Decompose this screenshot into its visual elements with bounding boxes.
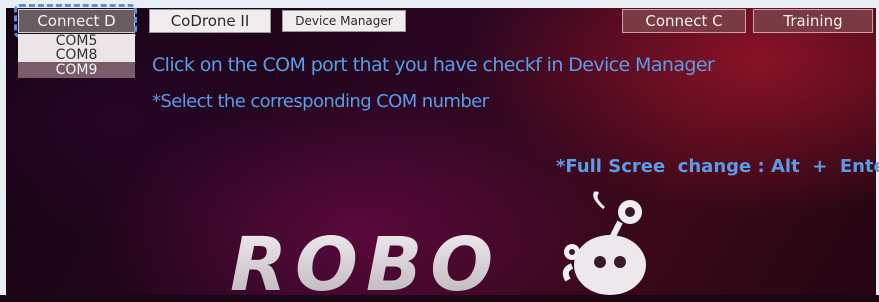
device-manager-button[interactable]: Device Manager: [282, 10, 406, 32]
window-left-edge: [0, 0, 6, 295]
instruction-text: Click on the COM port that you have chec…: [152, 54, 715, 76]
robot-mascot-icon: [562, 190, 646, 295]
codrone-button[interactable]: CoDrone II: [149, 9, 271, 33]
com-port-item-selected[interactable]: COM9: [18, 62, 135, 78]
fullscreen-hint: *Full Scree change : Alt + Enter: [556, 156, 879, 177]
com-port-item[interactable]: COM8: [18, 48, 135, 62]
training-button[interactable]: Training: [753, 9, 873, 33]
window-top-edge: [0, 0, 879, 8]
instruction-note: *Select the corresponding COM number: [152, 91, 489, 112]
com-port-item[interactable]: COM5: [18, 34, 135, 48]
com-port-list: COM5 COM8 COM9: [18, 34, 135, 78]
logo-wordmark: ROBO: [230, 222, 501, 302]
connect-d-button[interactable]: Connect D: [18, 9, 135, 33]
connect-c-button[interactable]: Connect C: [622, 9, 746, 33]
robo-logo: ROBO: [230, 222, 501, 302]
